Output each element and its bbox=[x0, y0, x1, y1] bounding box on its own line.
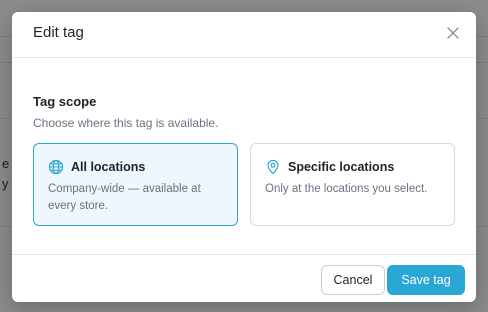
close-icon bbox=[447, 27, 459, 39]
location-pin-icon bbox=[265, 159, 281, 175]
option-specific-locations[interactable]: Specific locations Only at the locations… bbox=[250, 143, 455, 226]
edit-tag-dialog: Edit tag Tag scope Choose where this tag… bbox=[12, 12, 476, 302]
option-description: Only at the locations you select. bbox=[265, 183, 428, 195]
cancel-button[interactable]: Cancel bbox=[321, 265, 385, 295]
close-button[interactable] bbox=[444, 24, 462, 42]
option-title: All locations bbox=[71, 160, 146, 174]
globe-icon bbox=[48, 159, 64, 175]
option-all-locations[interactable]: All locations Company-wide — available a… bbox=[33, 143, 238, 226]
section-description: Choose where this tag is available. bbox=[33, 116, 219, 130]
dialog-header: Edit tag bbox=[12, 12, 476, 58]
save-tag-button[interactable]: Save tag bbox=[387, 265, 465, 295]
section-title: Tag scope bbox=[33, 94, 97, 109]
option-title: Specific locations bbox=[288, 160, 395, 174]
dialog-title: Edit tag bbox=[33, 24, 84, 41]
dialog-footer: Cancel Save tag bbox=[12, 254, 476, 302]
dialog-body: Tag scope Choose where this tag is avail… bbox=[12, 58, 476, 254]
option-description: Company-wide — available at every store. bbox=[48, 183, 201, 212]
